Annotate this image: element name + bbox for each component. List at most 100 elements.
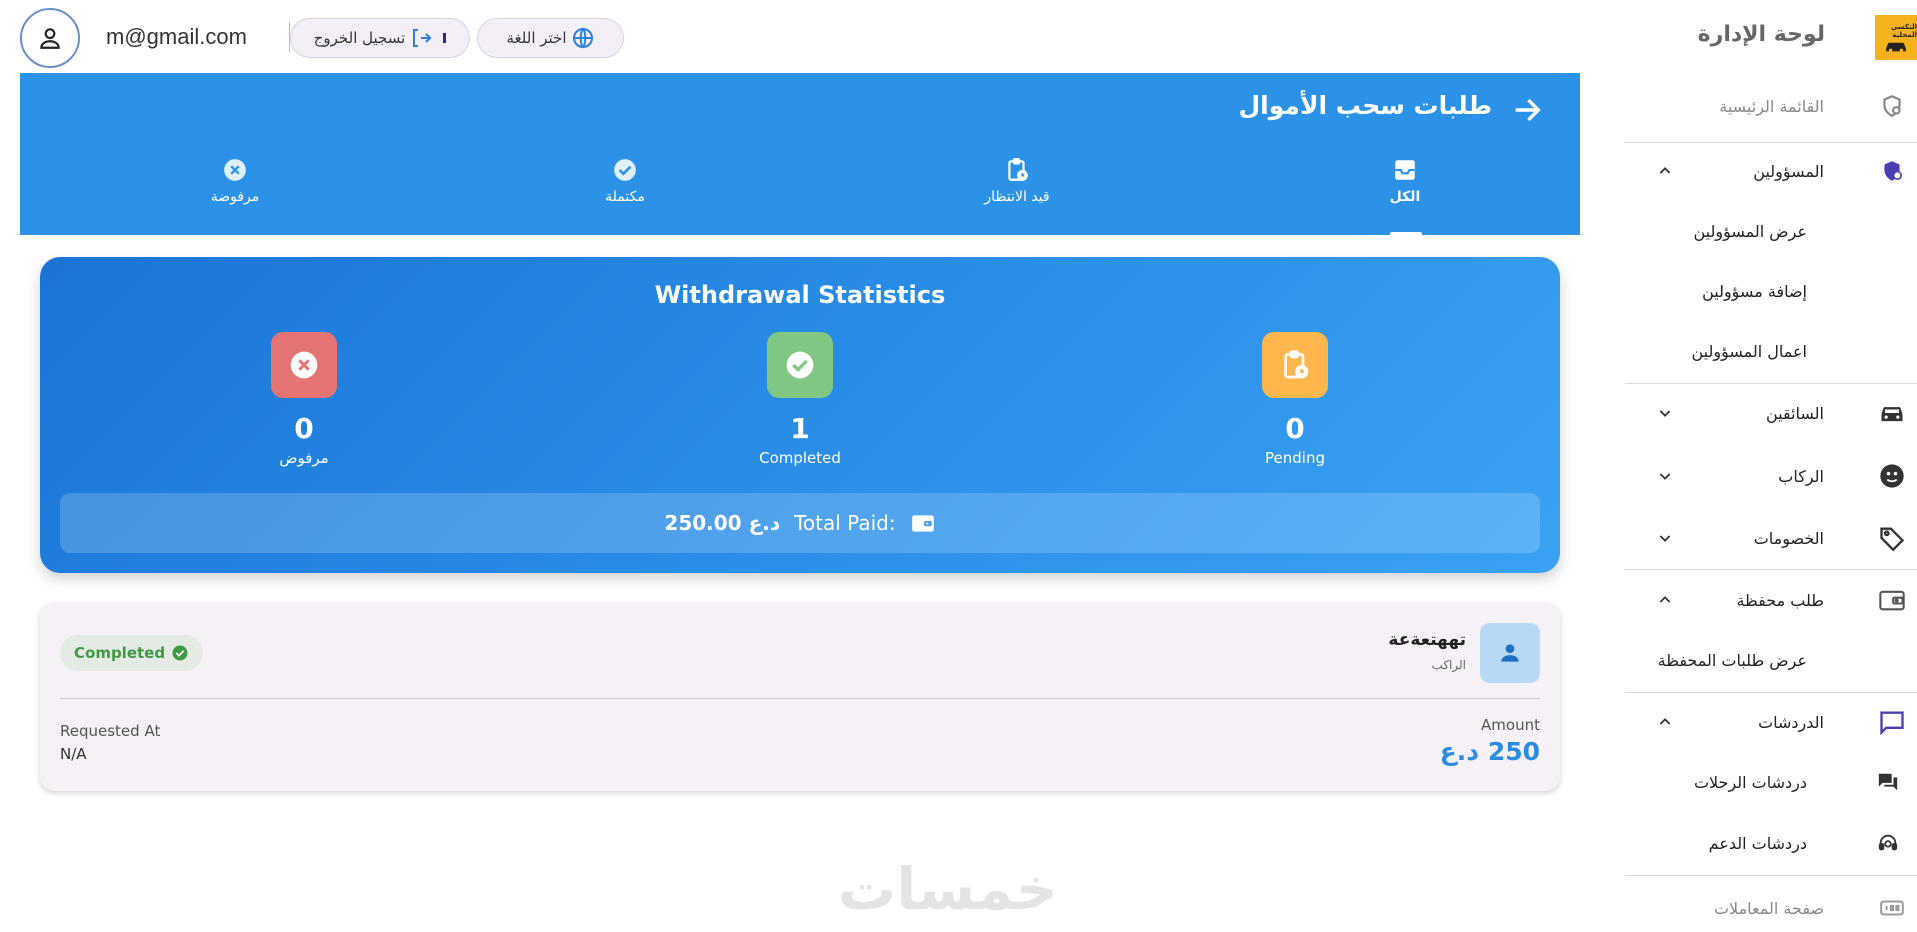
admin-shield-icon <box>1877 156 1907 186</box>
shield-home-icon <box>1877 91 1907 121</box>
tab-pending-label: قيد الانتظار <box>984 189 1050 205</box>
rejected-badge <box>271 332 337 398</box>
person-icon <box>1501 644 1519 662</box>
amount-label: Amount <box>1481 716 1540 734</box>
sidebar-divider <box>1625 692 1917 693</box>
status-badge: Completed <box>60 635 204 671</box>
rejected-label: مرفوض <box>279 449 329 467</box>
language-label: اختر اللغة <box>506 29 567 47</box>
sidebar-subitem-admin-actions[interactable]: اعمال المسؤولين <box>1625 329 1917 373</box>
completed-badge <box>767 332 833 398</box>
check-circle-icon <box>172 645 188 661</box>
requested-at-value: N/A <box>60 745 87 763</box>
tab-rejected-label: مرفوضة <box>210 189 260 205</box>
chevron-down-icon <box>1655 528 1675 548</box>
sidebar-subitem-label: إضافة مسؤولين <box>1702 281 1807 301</box>
stat-rejected: 0 مرفوض <box>184 332 424 467</box>
x-circle-icon <box>224 159 246 181</box>
tab-rejected[interactable]: مرفوضة <box>135 157 335 205</box>
car-icon <box>1877 398 1907 428</box>
smile-icon <box>1877 461 1907 491</box>
tab-completed-label: مكتملة <box>605 189 645 205</box>
pending-badge <box>1262 332 1328 398</box>
sidebar-divider <box>1625 569 1917 570</box>
sidebar-subitem-support-chats[interactable]: دردشات الدعم <box>1625 821 1917 865</box>
wallet-icon <box>1877 585 1907 615</box>
active-tab-indicator <box>1390 232 1422 236</box>
withdrawal-request-card[interactable]: تههتعةعة الراكب Completed Requested At N… <box>40 603 1560 791</box>
sidebar-item-label: طلب محفظة <box>1736 590 1824 610</box>
x-circle-icon <box>290 351 318 379</box>
sidebar-item-label: الدردشات <box>1758 712 1824 732</box>
stat-completed: 1 Completed <box>680 332 920 467</box>
indicator-mark <box>443 33 447 43</box>
taxi-icon <box>1886 42 1906 52</box>
tab-all[interactable]: الكل <box>1305 157 1505 205</box>
logout-label: تسجيل الخروج <box>313 29 406 47</box>
total-paid-value: 250.00 د.ع <box>664 511 781 535</box>
sidebar: التكسي المحلية لوحة الإدارة القائمة الرئ… <box>1625 0 1917 932</box>
tab-completed[interactable]: مكتملة <box>525 157 725 205</box>
sidebar-item-label: صفحة المعاملات <box>1713 898 1824 918</box>
sidebar-item-chats[interactable]: الدردشات <box>1625 697 1917 747</box>
sidebar-item-label: السائقين <box>1765 403 1824 423</box>
chevron-up-icon <box>1655 590 1675 610</box>
clipboard-clock-icon <box>1284 350 1309 379</box>
support-agent-icon <box>1875 830 1901 856</box>
page-header: طلبات سحب الأموال الكل قيد الانتظار مكتم… <box>20 73 1580 236</box>
sidebar-item-admins[interactable]: المسؤولين <box>1625 146 1917 196</box>
stat-pending: 0 Pending <box>1175 332 1415 467</box>
chevron-up-icon <box>1655 161 1675 181</box>
sidebar-subitem-view-admins[interactable]: عرض المسؤولين <box>1625 209 1917 253</box>
sidebar-item-transactions[interactable]: صفحة المعاملات <box>1625 883 1917 932</box>
completed-count: 1 <box>790 412 810 445</box>
sidebar-subitem-add-admins[interactable]: إضافة مسؤولين <box>1625 269 1917 313</box>
language-button[interactable]: اختر اللغة <box>477 18 624 58</box>
counter-icon <box>1877 893 1907 923</box>
sidebar-item-riders[interactable]: الركاب <box>1625 451 1917 501</box>
sidebar-item-wallet-requests[interactable]: طلب محفظة <box>1625 575 1917 625</box>
check-circle-icon <box>786 351 814 379</box>
sidebar-subitem-label: عرض طلبات المحفظة <box>1657 650 1807 670</box>
completed-label: Completed <box>759 449 841 467</box>
sidebar-subitem-label: دردشات الدعم <box>1708 833 1807 853</box>
top-bar: m@gmail.com تسجيل الخروج اختر اللغة <box>0 0 1625 72</box>
sidebar-divider <box>1625 142 1917 143</box>
status-text: Completed <box>74 644 166 662</box>
sidebar-subitem-label: دردشات الرحلات <box>1693 772 1807 792</box>
sidebar-subitem-view-wallet-requests[interactable]: عرض طلبات المحفظة <box>1625 638 1917 682</box>
total-paid-label: Total Paid: <box>794 511 896 535</box>
pending-label: Pending <box>1265 449 1325 467</box>
brand-title: لوحة الإدارة <box>1697 22 1825 47</box>
sidebar-item-discounts[interactable]: الخصومات <box>1625 513 1917 563</box>
sidebar-subitem-label: عرض المسؤولين <box>1693 221 1807 241</box>
card-divider <box>60 698 1540 699</box>
chevron-down-icon <box>1655 466 1675 486</box>
sidebar-divider <box>1625 875 1917 876</box>
pending-count: 0 <box>1285 412 1305 445</box>
back-arrow-icon[interactable] <box>1510 93 1544 127</box>
watermark-logo: خمسات <box>838 855 1058 923</box>
globe-icon <box>572 27 593 49</box>
sidebar-item-label: المسؤولين <box>1753 161 1824 181</box>
tag-icon <box>1877 523 1907 553</box>
person-outline-icon <box>40 28 60 49</box>
requested-at-label: Requested At <box>60 722 161 740</box>
logout-icon <box>413 29 432 47</box>
sidebar-item-home[interactable]: القائمة الرئيسية <box>1625 81 1917 131</box>
tab-pending[interactable]: قيد الانتظار <box>917 157 1117 205</box>
logout-button[interactable]: تسجيل الخروج <box>290 18 470 58</box>
sidebar-subitem-trip-chats[interactable]: دردشات الرحلات <box>1625 760 1917 804</box>
sidebar-item-label: الركاب <box>1778 466 1824 486</box>
account-button[interactable] <box>20 8 80 68</box>
wallet-icon <box>911 515 934 532</box>
sidebar-item-drivers[interactable]: السائقين <box>1625 388 1917 438</box>
inbox-icon <box>1395 160 1415 180</box>
requester-role: الراكب <box>1431 658 1466 672</box>
app-root: m@gmail.com تسجيل الخروج اختر اللغة طلبا… <box>0 0 1917 932</box>
clipboard-clock-icon <box>1008 158 1028 181</box>
amount-value: 250 د.ع <box>1439 737 1540 766</box>
sidebar-item-label: القائمة الرئيسية <box>1719 96 1824 116</box>
chat-icon <box>1877 707 1907 737</box>
total-paid-bar: 250.00 د.ع Total Paid: <box>60 493 1540 553</box>
